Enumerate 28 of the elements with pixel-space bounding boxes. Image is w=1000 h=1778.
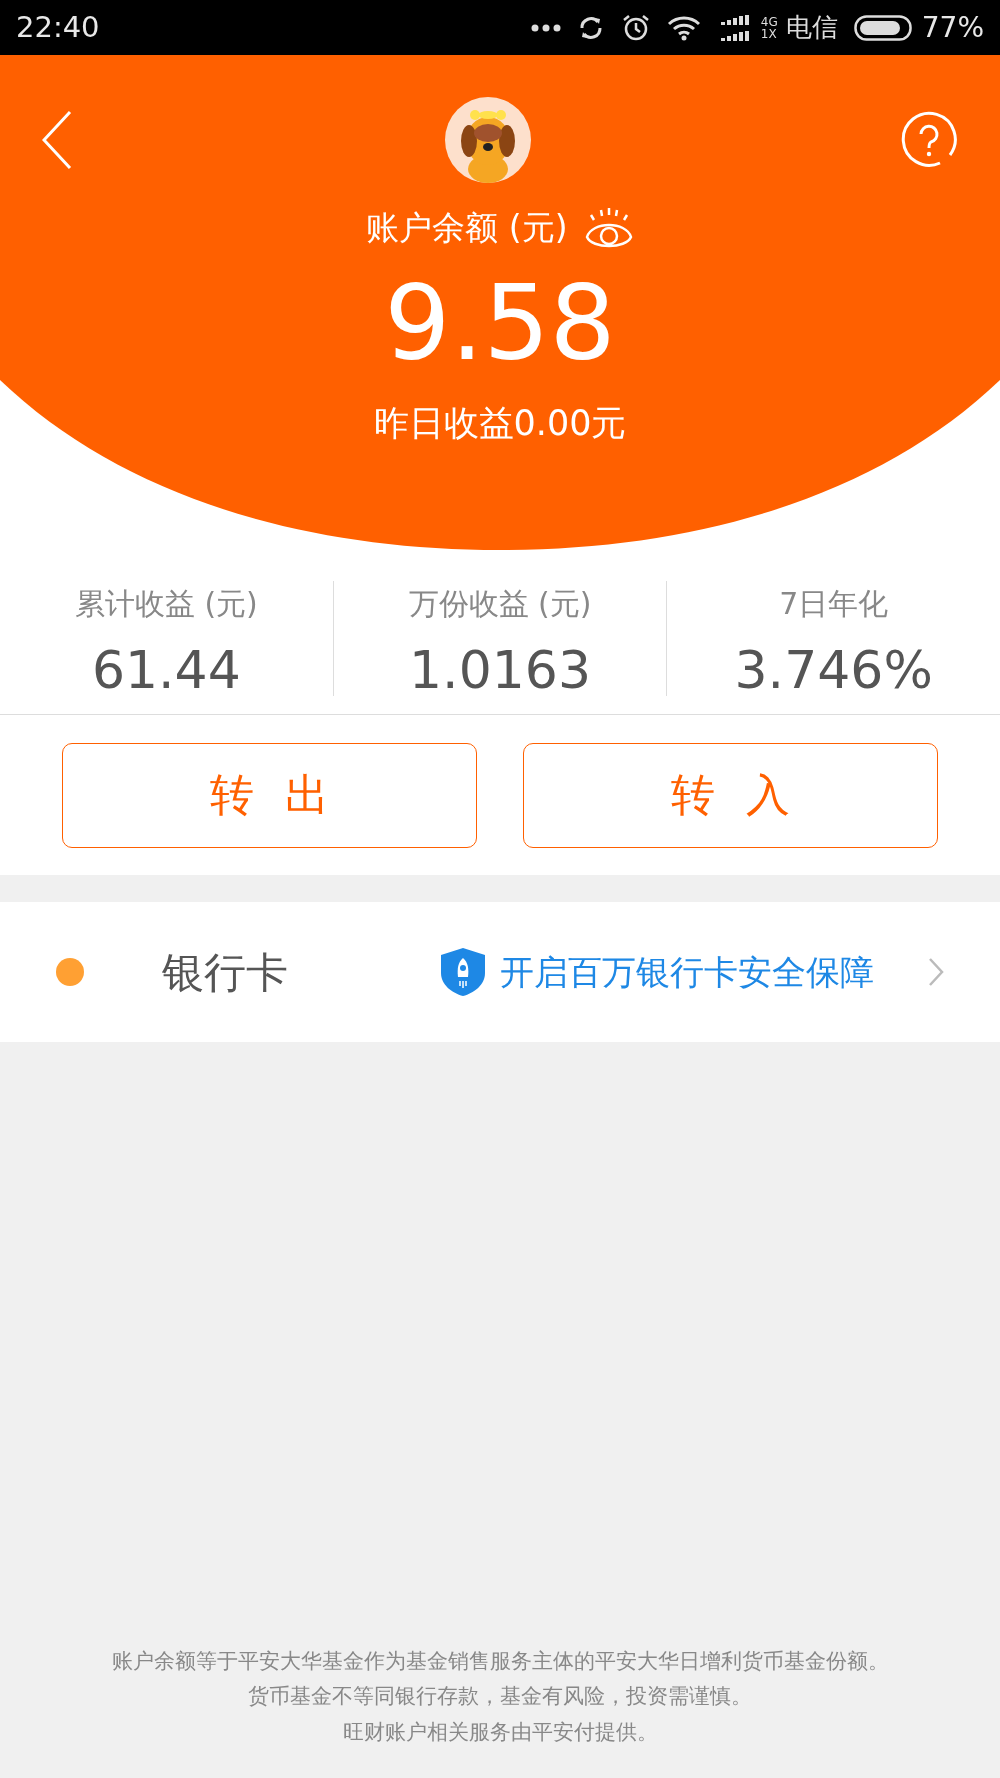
help-button[interactable] (900, 111, 958, 169)
yesterday-earnings: 昨日收益0.00元 (373, 401, 627, 445)
balance-label: 账户余额 (元) (366, 207, 568, 249)
stat-value: 1.0163 (409, 643, 591, 696)
stat-value: 3.746% (734, 643, 933, 696)
disclaimer-text: 货币基金不等同银行存款，基金有风险，投资需谨慎。 (248, 1683, 752, 1710)
stat-label: 万份收益 (元) (408, 584, 592, 623)
clock-time: 22:40 (16, 8, 100, 46)
battery-icon (853, 14, 914, 41)
balance-amount: 9.58 (384, 270, 616, 375)
shield-icon (440, 947, 486, 997)
battery-percent: 77% (921, 9, 984, 46)
stat-value: 61.44 (91, 643, 241, 696)
carrier-name: 电信 (785, 11, 838, 44)
transfer-button[interactable]: 转出 (62, 742, 477, 848)
more-icon (530, 23, 561, 32)
dog-avatar[interactable] (445, 97, 531, 183)
stat-label: 累计收益 (元) (74, 584, 258, 623)
chevron-icon (928, 957, 944, 987)
security-link[interactable]: 开启百万银行卡安全保障 (500, 946, 874, 998)
stat-label: 7日年化 (779, 584, 889, 623)
transfer-button[interactable]: 转入 (523, 742, 938, 848)
disclaimer-text: 账户余额等于平安大华基金作为基金销售服务主体的平安大华日增利货币基金份额。 (111, 1647, 889, 1675)
network-type: 1X (760, 27, 778, 40)
network-type: 4G (760, 15, 778, 28)
disclaimer-text: 旺财账户相关服务由平安付提供。 (342, 1718, 658, 1746)
wifi-icon (666, 14, 701, 41)
bank-card-label[interactable]: 银行卡 (162, 940, 288, 1004)
